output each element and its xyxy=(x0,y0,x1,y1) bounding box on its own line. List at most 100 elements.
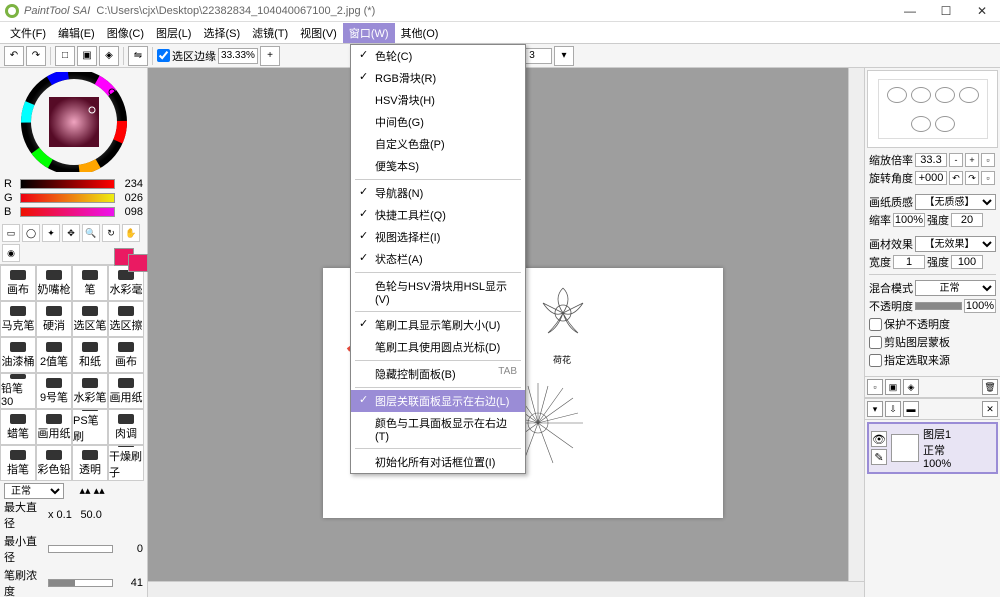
sel-edge-input[interactable] xyxy=(218,48,258,64)
picker-tool[interactable]: ◉ xyxy=(2,244,20,262)
menu-编辑[interactable]: 编辑(E) xyxy=(52,23,101,43)
brush-tool[interactable]: 9号笔 xyxy=(36,373,72,409)
density-slider[interactable] xyxy=(48,579,113,587)
wand-tool[interactable]: ✦ xyxy=(42,224,60,242)
menu-option[interactable]: 笔刷工具显示笔刷大小(U) xyxy=(351,314,525,336)
rect-select-tool[interactable]: ▭ xyxy=(2,224,20,242)
sel-edge-check[interactable]: 选区边缘 xyxy=(157,48,216,64)
zoom-out-button[interactable]: - xyxy=(949,153,963,167)
navigator[interactable] xyxy=(867,70,998,148)
show-sel-button[interactable]: ◈ xyxy=(99,46,119,66)
rotate-tool[interactable]: ↻ xyxy=(102,224,120,242)
brush-tool[interactable]: 奶嘴枪 xyxy=(36,265,72,301)
menu-option[interactable]: 初始化所有对话框位置(I) xyxy=(351,451,525,473)
menu-图像[interactable]: 图像(C) xyxy=(101,23,150,43)
new-layer-button[interactable]: ▫ xyxy=(867,379,883,395)
clip-check[interactable] xyxy=(869,336,882,349)
sel-edge-plus[interactable]: + xyxy=(260,46,280,66)
maximize-button[interactable]: ☐ xyxy=(932,2,960,20)
paper-quality-select[interactable]: 【无质感】 xyxy=(915,194,996,210)
zoom-in-button[interactable]: + xyxy=(965,153,979,167)
menu-option[interactable]: 色轮(C) xyxy=(351,45,525,67)
minimize-button[interactable]: — xyxy=(896,2,924,20)
stabilizer-set[interactable]: ▾ xyxy=(554,46,574,66)
flatten-button[interactable]: ▬ xyxy=(903,401,919,417)
r-slider[interactable] xyxy=(20,179,115,189)
brush-tool[interactable]: 肉调 xyxy=(108,409,144,445)
hand-tool[interactable]: ✋ xyxy=(122,224,140,242)
menu-选择[interactable]: 选择(S) xyxy=(197,23,246,43)
brush-tool[interactable]: 铅笔30 xyxy=(0,373,36,409)
new-vector-button[interactable]: ◈ xyxy=(903,379,919,395)
brush-tool[interactable]: 透明 xyxy=(72,445,108,481)
menu-option[interactable]: RGB滑块(R) xyxy=(351,67,525,89)
effect-select[interactable]: 【无效果】 xyxy=(915,236,996,252)
brush-tool[interactable]: 水彩笔 xyxy=(72,373,108,409)
menu-窗口[interactable]: 窗口(W) xyxy=(343,23,395,43)
brush-tool[interactable]: 干燥刷子 xyxy=(108,445,144,481)
menu-其他[interactable]: 其他(O) xyxy=(395,23,445,43)
brush-tool[interactable]: PS笔刷 xyxy=(72,409,108,445)
menu-option[interactable]: 图层关联面板显示在右边(L) xyxy=(351,390,525,412)
menu-图层[interactable]: 图层(L) xyxy=(150,23,197,43)
brush-tool[interactable]: 指笔 xyxy=(0,445,36,481)
b-slider[interactable] xyxy=(20,207,115,217)
brush-tool[interactable]: 选区擦 xyxy=(108,301,144,337)
zoom-tool[interactable]: 🔍 xyxy=(82,224,100,242)
brush-tool[interactable]: 和纸 xyxy=(72,337,108,373)
menu-option[interactable]: HSV滑块(H) xyxy=(351,89,525,111)
brush-mode-select[interactable]: 正常 xyxy=(4,483,64,499)
g-slider[interactable] xyxy=(20,193,115,203)
brush-tool[interactable]: 画布 xyxy=(108,337,144,373)
brush-tool[interactable]: 蜡笔 xyxy=(0,409,36,445)
transfer-button[interactable]: ⇩ xyxy=(885,401,901,417)
brush-tool[interactable]: 2值笔 xyxy=(36,337,72,373)
menu-option[interactable]: 便笺本S) xyxy=(351,155,525,177)
lasso-tool[interactable]: ◯ xyxy=(22,224,40,242)
layer-visibility-toggle[interactable]: 👁 xyxy=(871,431,887,447)
menu-option[interactable]: 快捷工具栏(Q) xyxy=(351,204,525,226)
blend-select[interactable]: 正常 xyxy=(915,280,996,296)
opacity-slider[interactable] xyxy=(915,302,962,310)
horizontal-scrollbar[interactable] xyxy=(148,581,864,597)
clear-layer-button[interactable]: ✕ xyxy=(982,401,998,417)
undo-button[interactable]: ↶ xyxy=(4,46,24,66)
rotate-reset-button[interactable]: ▫ xyxy=(981,171,995,185)
menu-option[interactable]: 隐藏控制面板(B)TAB xyxy=(351,363,525,385)
menu-option[interactable]: 视图选择栏(I) xyxy=(351,226,525,248)
min-size-slider[interactable] xyxy=(48,545,113,553)
vertical-scrollbar[interactable] xyxy=(848,68,864,597)
menu-视图[interactable]: 视图(V) xyxy=(294,23,343,43)
color-wheel[interactable] xyxy=(0,68,147,176)
zoom-reset-button[interactable]: ▫ xyxy=(981,153,995,167)
brush-tool[interactable]: 画布 xyxy=(0,265,36,301)
brush-tool[interactable]: 马克笔 xyxy=(0,301,36,337)
menu-option[interactable]: 导航器(N) xyxy=(351,182,525,204)
flip-h-button[interactable]: ⇋ xyxy=(128,46,148,66)
bg-color[interactable] xyxy=(128,254,148,272)
brush-tool[interactable]: 选区笔 xyxy=(72,301,108,337)
menu-option[interactable]: 状态栏(A) xyxy=(351,248,525,270)
menu-option[interactable]: 中间色(G) xyxy=(351,111,525,133)
menu-文件[interactable]: 文件(F) xyxy=(4,23,52,43)
layer-edit-toggle[interactable]: ✎ xyxy=(871,449,887,465)
new-group-button[interactable]: ▣ xyxy=(885,379,901,395)
deselect-button[interactable]: □ xyxy=(55,46,75,66)
move-tool[interactable]: ✥ xyxy=(62,224,80,242)
source-check[interactable] xyxy=(869,354,882,367)
menu-滤镜[interactable]: 滤镜(T) xyxy=(246,23,294,43)
invert-sel-button[interactable]: ▣ xyxy=(77,46,97,66)
menu-option[interactable]: 色轮与HSV滑块用HSL显示(V) xyxy=(351,275,525,309)
rotate-cw-button[interactable]: ↷ xyxy=(965,171,979,185)
brush-tool[interactable]: 画用纸 xyxy=(108,373,144,409)
layer-item[interactable]: 👁 ✎ 图层1 正常 100% xyxy=(867,422,998,474)
menu-option[interactable]: 颜色与工具面板显示在右边(T) xyxy=(351,412,525,446)
redo-button[interactable]: ↷ xyxy=(26,46,46,66)
menu-option[interactable]: 笔刷工具使用圆点光标(D) xyxy=(351,336,525,358)
menu-option[interactable]: 自定义色盘(P) xyxy=(351,133,525,155)
close-button[interactable]: ✕ xyxy=(968,2,996,20)
merge-down-button[interactable]: ▾ xyxy=(867,401,883,417)
rotate-ccw-button[interactable]: ↶ xyxy=(949,171,963,185)
brush-tool[interactable]: 油漆桶 xyxy=(0,337,36,373)
brush-tool[interactable]: 彩色铅 xyxy=(36,445,72,481)
